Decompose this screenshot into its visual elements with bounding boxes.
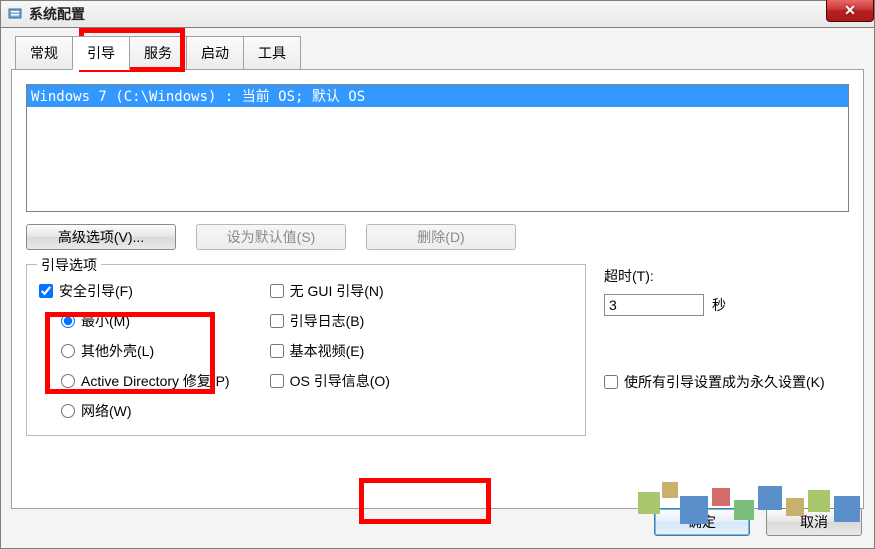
os-list-item-selected[interactable]: Windows 7 (C:\Windows) : 当前 OS; 默认 OS	[27, 85, 848, 107]
basevideo-label: 基本视频(E)	[290, 341, 365, 361]
permanent-checkbox[interactable]: 使所有引导设置成为永久设置(K)	[604, 372, 825, 392]
tab-panel-boot: Windows 7 (C:\Windows) : 当前 OS; 默认 OS 高级…	[11, 69, 864, 509]
mid-button-row: 高级选项(V)... 设为默认值(S) 删除(D)	[26, 224, 849, 250]
osbootinfo-checkbox[interactable]: OS 引导信息(O)	[270, 371, 390, 391]
network-radio[interactable]: 网络(W)	[61, 401, 230, 421]
nogui-label: 无 GUI 引导(N)	[290, 281, 384, 301]
altshell-radio-input[interactable]	[61, 344, 75, 358]
altshell-label: 其他外壳(L)	[81, 341, 154, 361]
tab-tools[interactable]: 工具	[243, 36, 301, 69]
safe-boot-checkbox[interactable]: 安全引导(F)	[39, 281, 230, 301]
decorative-pixels	[638, 482, 868, 542]
title-bar: 系统配置 ✕	[0, 0, 875, 28]
os-listbox[interactable]: Windows 7 (C:\Windows) : 当前 OS; 默认 OS	[26, 84, 849, 212]
altshell-radio[interactable]: 其他外壳(L)	[61, 341, 230, 361]
right-column: 超时(T): 秒 使所有引导设置成为永久设置(K)	[604, 266, 825, 436]
app-icon	[7, 6, 23, 22]
network-label: 网络(W)	[81, 401, 132, 421]
tab-services[interactable]: 服务	[129, 36, 187, 69]
bootlog-checkbox[interactable]: 引导日志(B)	[270, 311, 390, 331]
nogui-checkbox[interactable]: 无 GUI 引导(N)	[270, 281, 390, 301]
osbootinfo-label: OS 引导信息(O)	[290, 371, 390, 391]
permanent-checkbox-input[interactable]	[604, 375, 618, 389]
timeout-unit: 秒	[712, 295, 726, 315]
lower-row: 引导选项 安全引导(F) 最小(M) 其他外壳(L)	[26, 264, 849, 436]
safe-boot-checkbox-input[interactable]	[39, 284, 53, 298]
close-button[interactable]: ✕	[826, 0, 874, 22]
boot-options-legend: 引导选项	[37, 255, 101, 275]
tab-general[interactable]: 常规	[15, 36, 73, 69]
adrepair-radio[interactable]: Active Directory 修复(P)	[61, 371, 230, 391]
nogui-checkbox-input[interactable]	[270, 284, 284, 298]
set-default-button: 设为默认值(S)	[196, 224, 346, 250]
permanent-label: 使所有引导设置成为永久设置(K)	[624, 372, 825, 392]
boot-options-right-col: 无 GUI 引导(N) 引导日志(B) 基本视频(E) OS 引导信息	[270, 281, 390, 421]
boot-options-group: 引导选项 安全引导(F) 最小(M) 其他外壳(L)	[26, 264, 586, 436]
boot-options-left-col: 安全引导(F) 最小(M) 其他外壳(L) Active Direct	[39, 281, 230, 421]
timeout-input[interactable]	[604, 294, 704, 316]
delete-button: 删除(D)	[366, 224, 516, 250]
minimal-radio-input[interactable]	[61, 314, 75, 328]
minimal-label: 最小(M)	[81, 311, 130, 331]
tab-startup[interactable]: 启动	[186, 36, 244, 69]
advanced-options-button[interactable]: 高级选项(V)...	[26, 224, 176, 250]
bootlog-label: 引导日志(B)	[290, 311, 365, 331]
timeout-label: 超时(T):	[604, 266, 825, 286]
network-radio-input[interactable]	[61, 404, 75, 418]
close-icon: ✕	[844, 2, 856, 19]
basevideo-checkbox-input[interactable]	[270, 344, 284, 358]
adrepair-label: Active Directory 修复(P)	[81, 371, 230, 391]
timeout-row: 秒	[604, 294, 825, 316]
window-body: 常规 引导 服务 启动 工具 Windows 7 (C:\Windows) : …	[0, 28, 875, 549]
tab-boot[interactable]: 引导	[72, 36, 130, 70]
bootlog-checkbox-input[interactable]	[270, 314, 284, 328]
window-title: 系统配置	[29, 4, 85, 24]
minimal-radio[interactable]: 最小(M)	[61, 311, 230, 331]
safe-boot-label: 安全引导(F)	[59, 281, 133, 301]
tab-row: 常规 引导 服务 启动 工具	[15, 36, 864, 69]
basevideo-checkbox[interactable]: 基本视频(E)	[270, 341, 390, 361]
adrepair-radio-input[interactable]	[61, 374, 75, 388]
osbootinfo-checkbox-input[interactable]	[270, 374, 284, 388]
